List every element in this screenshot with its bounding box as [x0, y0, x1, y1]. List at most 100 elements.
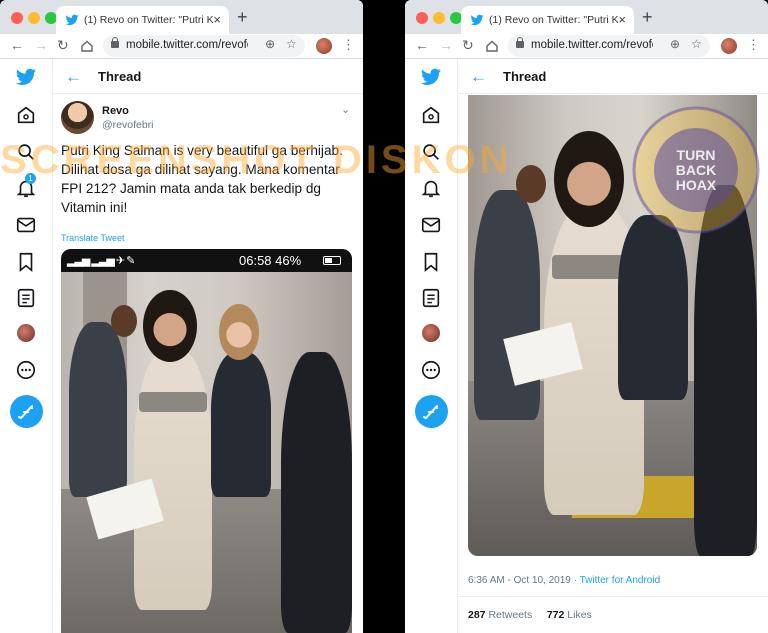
compose-tweet-button[interactable] — [10, 395, 43, 428]
search-icon[interactable] — [15, 141, 37, 163]
photo-scene — [61, 272, 352, 633]
author-handle[interactable]: @revofebri — [102, 119, 154, 131]
thread-header: ← Thread — [458, 59, 768, 94]
signal-icon: ▂▃▅ ▂▃▅ ✈ ✎ — [67, 255, 135, 267]
photo-status-time: 06:58 46% — [239, 253, 302, 268]
tweet-stats: 287 Retweets 772 Likes — [468, 609, 592, 621]
profile-avatar-icon[interactable] — [316, 38, 332, 54]
twitter-sidebar — [405, 59, 458, 633]
more-icon[interactable] — [420, 359, 442, 381]
page-title: Thread — [503, 69, 547, 84]
close-window-button[interactable] — [11, 12, 23, 24]
messages-icon[interactable] — [420, 214, 442, 236]
forward-icon[interactable]: → — [34, 37, 48, 53]
lock-icon — [111, 37, 119, 48]
browser-menu-icon[interactable]: ⋮ — [747, 37, 760, 53]
photo-person-guard — [474, 190, 540, 420]
bookmarks-icon[interactable] — [420, 251, 442, 273]
home-browser-icon[interactable] — [80, 39, 94, 53]
photo-person-right — [694, 185, 757, 556]
photo-person-dress-head — [554, 131, 624, 227]
twitter-sidebar: 1 — [0, 59, 53, 633]
tab-title: (1) Revo on Twitter: "Putri King S — [84, 14, 214, 26]
search-icon[interactable] — [420, 141, 442, 163]
tab-strip: (1) Revo on Twitter: "Putri King S × + — [405, 0, 768, 34]
retweets-stat[interactable]: 287 Retweets — [468, 609, 532, 621]
back-arrow-icon[interactable]: ← — [65, 67, 82, 87]
tweet-timestamp[interactable]: 6:36 AM - Oct 10, 2019 — [468, 575, 571, 586]
notifications-button[interactable]: 1 — [15, 173, 37, 199]
close-window-button[interactable] — [416, 12, 428, 24]
home-browser-icon[interactable] — [485, 39, 499, 53]
new-tab-button[interactable]: + — [237, 7, 248, 28]
twitter-logo-icon[interactable] — [420, 66, 442, 88]
url-text: mobile.twitter.com/revofe — [126, 39, 248, 51]
photo-person-dress-head — [143, 290, 197, 362]
bookmark-star-icon[interactable]: ☆ — [691, 37, 702, 51]
install-icon[interactable]: ⊕ — [670, 37, 680, 51]
tab-title: (1) Revo on Twitter: "Putri King S — [489, 14, 619, 26]
home-icon[interactable] — [15, 104, 37, 126]
minimize-window-button[interactable] — [28, 12, 40, 24]
bookmarks-icon[interactable] — [15, 251, 37, 273]
browser-menu-icon[interactable]: ⋮ — [342, 37, 355, 53]
bookmark-star-icon[interactable]: ☆ — [286, 37, 297, 51]
photo-person-right — [281, 352, 352, 633]
translate-tweet-link[interactable]: Translate Tweet — [61, 233, 125, 243]
install-icon[interactable]: ⊕ — [265, 37, 275, 51]
photo-person-guard-head — [111, 305, 137, 337]
browser-tab[interactable]: (1) Revo on Twitter: "Putri King S × — [461, 6, 634, 34]
photo-person-guard — [69, 322, 127, 497]
author-name[interactable]: Revo — [102, 105, 129, 117]
url-field[interactable]: mobile.twitter.com/revofe ⊕ ☆ — [103, 35, 305, 57]
chevron-down-icon[interactable]: ⌄ — [341, 103, 350, 116]
tab-close-icon[interactable]: × — [618, 12, 626, 27]
notification-badge: 1 — [25, 173, 36, 184]
profile-icon[interactable] — [17, 324, 35, 342]
divider — [458, 596, 768, 597]
forward-icon[interactable]: → — [439, 37, 453, 53]
browser-tab[interactable]: (1) Revo on Twitter: "Putri King S × — [56, 6, 229, 34]
tweet-meta: 6:36 AM - Oct 10, 2019 · Twitter for And… — [468, 575, 661, 586]
photo-person-girl-head — [219, 304, 259, 360]
lists-icon[interactable] — [420, 287, 442, 309]
compose-tweet-button[interactable] — [415, 395, 448, 428]
new-tab-button[interactable]: + — [642, 7, 653, 28]
profile-avatar-icon[interactable] — [721, 38, 737, 54]
photo-person-girl — [211, 352, 271, 497]
likes-stat[interactable]: 772 Likes — [547, 609, 592, 621]
tweet-source-app[interactable]: Twitter for Android — [580, 575, 661, 586]
notifications-icon[interactable] — [420, 177, 442, 199]
more-icon[interactable] — [15, 359, 37, 381]
profile-icon[interactable] — [422, 324, 440, 342]
compose-feather-icon — [18, 405, 33, 419]
back-arrow-icon[interactable]: ← — [470, 67, 487, 87]
thread-header: ← Thread — [53, 59, 363, 94]
battery-icon — [323, 256, 341, 265]
back-icon[interactable]: ← — [10, 37, 24, 53]
tweet-photo[interactable]: ▂▃▅ ▂▃▅ ✈ ✎ 06:58 46% — [61, 249, 352, 633]
browser-window-left: (1) Revo on Twitter: "Putri King S × + ←… — [0, 0, 363, 633]
tab-close-icon[interactable]: × — [213, 12, 221, 27]
url-text: mobile.twitter.com/revofe — [531, 39, 653, 51]
twitter-logo-icon[interactable] — [15, 66, 37, 88]
photo-person-guard-head — [516, 165, 546, 203]
tweet-photo[interactable] — [468, 95, 757, 556]
messages-icon[interactable] — [15, 214, 37, 236]
reload-icon[interactable]: ↻ — [57, 37, 69, 54]
photo-status-bar: ▂▃▅ ▂▃▅ ✈ ✎ 06:58 46% — [61, 249, 352, 272]
url-field[interactable]: mobile.twitter.com/revofe ⊕ ☆ — [508, 35, 710, 57]
browser-window-right: (1) Revo on Twitter: "Putri King S × + ←… — [405, 0, 768, 633]
address-bar: ← → ↻ mobile.twitter.com/revofe ⊕ ☆ ⋮ — [405, 34, 768, 59]
tab-strip: (1) Revo on Twitter: "Putri King S × + — [0, 0, 363, 34]
twitter-favicon-icon — [470, 14, 484, 26]
author-avatar[interactable] — [61, 101, 94, 134]
home-icon[interactable] — [420, 104, 442, 126]
reload-icon[interactable]: ↻ — [462, 37, 474, 54]
page-title: Thread — [98, 69, 142, 84]
tweet-text: Putri King Salman is very beautiful ga b… — [61, 143, 343, 215]
lists-icon[interactable] — [15, 287, 37, 309]
back-icon[interactable]: ← — [415, 37, 429, 53]
minimize-window-button[interactable] — [433, 12, 445, 24]
photo-belt — [139, 392, 207, 412]
